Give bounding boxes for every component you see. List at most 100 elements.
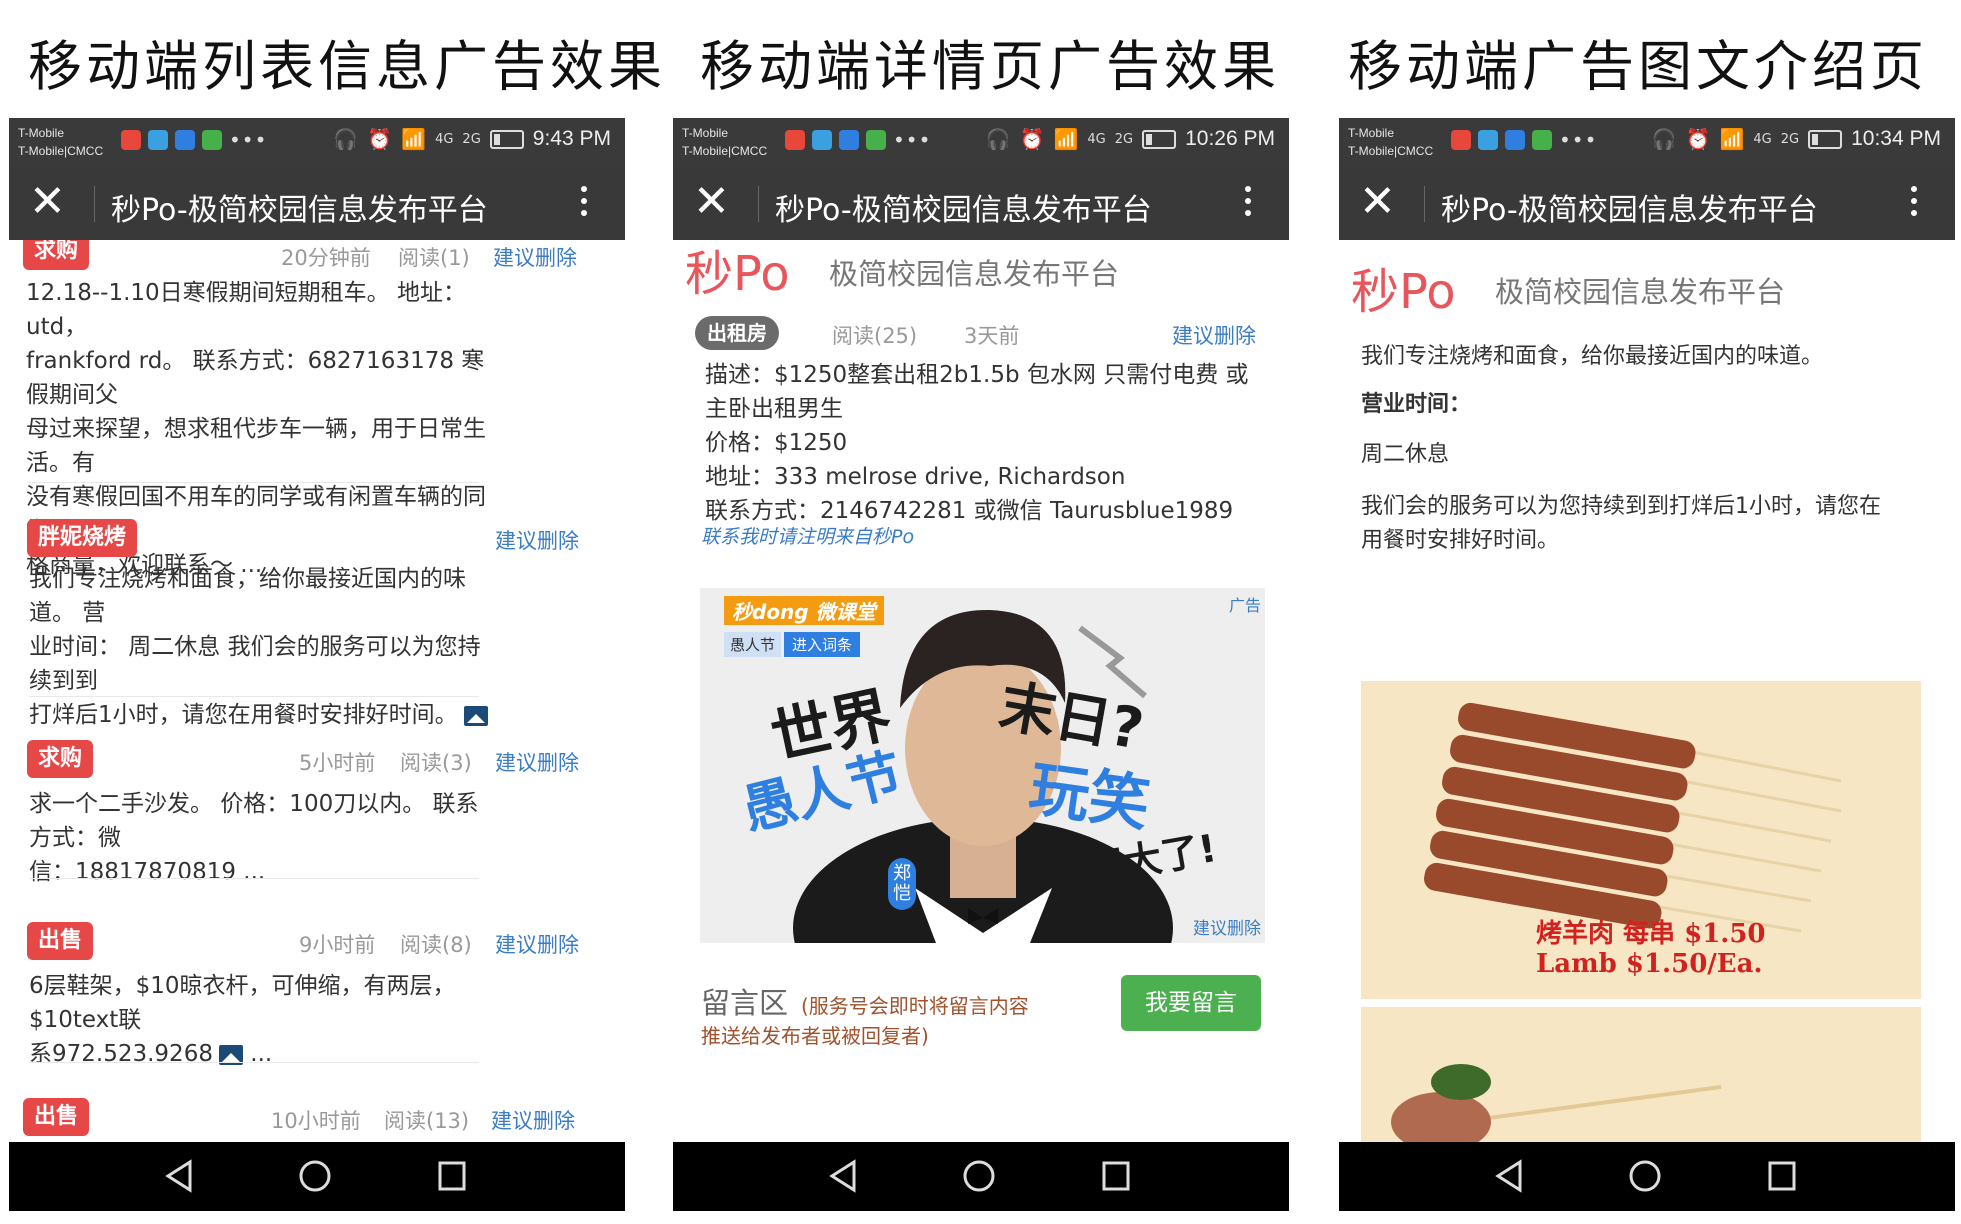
ad-name-badge: 郑恺 bbox=[888, 858, 916, 910]
photo-caption-en: Lamb $1.50/Ea. bbox=[1536, 949, 1763, 979]
post-reads: 阅读(3) bbox=[400, 751, 472, 775]
suggest-delete-link[interactable]: 建议删除 bbox=[493, 242, 577, 272]
home-icon[interactable] bbox=[1627, 1158, 1663, 1194]
post-reads: 阅读(25) bbox=[832, 324, 918, 348]
more-notifications-icon: ••• bbox=[1559, 128, 1598, 152]
suggest-delete-link[interactable]: 建议删除 bbox=[491, 1105, 575, 1135]
food-photo-lamb-skewers: 烤羊肉 每串 $1.50 Lamb $1.50/Ea. bbox=[1361, 681, 1921, 999]
page-title: 秒Po-极简校园信息发布平台 bbox=[775, 193, 1152, 228]
category-tag[interactable]: 出租房 bbox=[695, 316, 779, 350]
post-time: 20分钟前 bbox=[281, 246, 371, 270]
photo-caption-cn: 烤羊肉 每串 $1.50 bbox=[1536, 919, 1766, 949]
ad-badge: 广告 bbox=[1228, 596, 1261, 615]
home-icon[interactable] bbox=[297, 1158, 333, 1194]
notification-app-icon bbox=[812, 130, 832, 150]
page-title: 秒Po-极简校园信息发布平台 bbox=[1441, 193, 1818, 228]
comment-title: 留言区 bbox=[701, 986, 789, 1020]
leave-comment-button[interactable]: 我要留言 bbox=[1121, 975, 1261, 1031]
post-body[interactable]: 6层鞋架，$10晾衣杆，可伸缩，有两层，$10text联 系972.523.92… bbox=[29, 969, 499, 1071]
alarm-icon: ⏰ bbox=[367, 127, 393, 151]
wifi-icon: 📶 bbox=[1719, 127, 1745, 151]
recents-icon[interactable] bbox=[1766, 1158, 1798, 1194]
post-tag[interactable]: 求购 bbox=[27, 740, 94, 778]
wechat-notification-icon bbox=[1532, 130, 1552, 150]
ad-suggest-delete-link[interactable]: 建议删除 bbox=[1193, 914, 1261, 939]
ad-chip: 愚人节 bbox=[724, 632, 782, 657]
close-icon[interactable]: ✕ bbox=[1359, 176, 1396, 228]
android-nav-bar bbox=[1339, 1142, 1955, 1211]
close-icon[interactable]: ✕ bbox=[29, 176, 66, 228]
carrier-name: T-Mobile bbox=[18, 126, 65, 140]
kebab-menu-icon[interactable] bbox=[581, 186, 587, 222]
more-notifications-icon: ••• bbox=[229, 128, 268, 152]
logo: 秒Po bbox=[685, 246, 790, 302]
post-tag[interactable]: 出售 bbox=[27, 922, 94, 960]
alarm-icon: ⏰ bbox=[1019, 127, 1045, 151]
contact-note: 联系我时请注明来自秒Po bbox=[701, 526, 915, 548]
ad-brand: 秒dong 微课堂 bbox=[724, 596, 884, 625]
status-bar: T-Mobile T-Mobile|CMCC ••• 🎧 ⏰ 📶 4G 2G 10… bbox=[673, 118, 1289, 168]
kebab-menu-icon[interactable] bbox=[1245, 186, 1251, 222]
status-bar: T-Mobile T-Mobile|CMCC ••• 🎧 ⏰ 📶 4G 2G 10… bbox=[1339, 118, 1955, 168]
divider bbox=[29, 482, 479, 483]
status-bar: T-Mobile T-Mobile|CMCC ••• 🎧 ⏰ 📶 4G 2G 9:… bbox=[9, 118, 625, 168]
post-body[interactable]: 我们专注烧烤和面食，给你最接近国内的味道。 营 业时间： 周二休息 我们会的服务… bbox=[29, 562, 499, 732]
notification-app-icon bbox=[148, 130, 168, 150]
carrier-name: T-Mobile bbox=[1348, 126, 1395, 140]
recents-icon[interactable] bbox=[436, 1158, 468, 1194]
post-time: 5小时前 bbox=[299, 751, 376, 775]
phone-intro-screen: T-Mobile T-Mobile|CMCC ••• 🎧 ⏰ 📶 4G 2G 10… bbox=[1339, 118, 1955, 1211]
recents-icon[interactable] bbox=[1100, 1158, 1132, 1194]
logo-subtitle: 极简校园信息发布平台 bbox=[829, 257, 1120, 291]
back-icon[interactable] bbox=[1494, 1158, 1524, 1194]
notification-app-icon bbox=[121, 130, 141, 150]
kebab-menu-icon[interactable] bbox=[1911, 186, 1917, 222]
notification-app-icon bbox=[785, 130, 805, 150]
post-tag[interactable]: 出售 bbox=[23, 1098, 90, 1136]
description: 描述：$1250整套出租2b1.5b 包水网 只需付电费 或 bbox=[705, 362, 1249, 388]
description-cont: 主卧出租男生 bbox=[705, 396, 843, 422]
ad-text-joke: 玩笑 bbox=[1024, 753, 1154, 840]
back-icon[interactable] bbox=[828, 1158, 858, 1194]
alarm-icon: ⏰ bbox=[1685, 127, 1711, 151]
suggest-delete-link[interactable]: 建议删除 bbox=[495, 929, 579, 959]
post-tag[interactable]: 胖妮烧烤 bbox=[27, 519, 138, 557]
comment-hint-2: 推送给发布者或被回复者) bbox=[701, 1024, 929, 1048]
battery-icon bbox=[489, 129, 524, 149]
comment-hint: (服务号会即时将留言内容 bbox=[801, 994, 1029, 1018]
signal-4g-icon: 4G bbox=[1753, 131, 1772, 147]
logo-subtitle: 极简校园信息发布平台 bbox=[1495, 275, 1786, 309]
close-icon[interactable]: ✕ bbox=[693, 176, 730, 228]
home-icon[interactable] bbox=[961, 1158, 997, 1194]
notification-app-icon bbox=[1451, 130, 1471, 150]
suggest-delete-link[interactable]: 建议删除 bbox=[495, 747, 579, 777]
more-notifications-icon: ••• bbox=[893, 128, 932, 152]
service-paragraph: 我们会的服务可以为您持续到到打烊后1小时，请您在 用餐时安排好时间。 bbox=[1361, 494, 1881, 553]
suggest-delete-link[interactable]: 建议删除 bbox=[1172, 320, 1256, 350]
notification-app-icon bbox=[839, 130, 859, 150]
suggest-delete-link[interactable]: 建议删除 bbox=[495, 525, 579, 555]
price: 价格：$1250 bbox=[705, 430, 848, 456]
signal-2g-icon: 2G bbox=[462, 131, 481, 147]
wifi-icon: 📶 bbox=[401, 127, 427, 151]
ad-chip-enter: 进入词条 bbox=[784, 632, 861, 657]
carrier-name-2: T-Mobile|CMCC bbox=[18, 144, 104, 158]
wifi-icon: 📶 bbox=[1053, 127, 1079, 151]
skewers-illustration-2 bbox=[1391, 1064, 1722, 1142]
post-tag[interactable]: 求购 bbox=[23, 240, 90, 270]
headset-icon: 🎧 bbox=[985, 127, 1011, 151]
intro-paragraph: 我们专注烧烤和面食，给你最接近国内的味道。 bbox=[1361, 344, 1824, 369]
ad-banner[interactable]: 秒dong 微课堂 愚人节 进入词条 世界 愚人节 末日? 玩笑 开大了! 郑恺… bbox=[700, 588, 1265, 943]
post-body[interactable]: 求一个二手沙发。 价格：100刀以内。 联系方式：微 信：18817870819… bbox=[29, 787, 499, 889]
hours-value: 周二休息 bbox=[1361, 442, 1450, 467]
battery-icon bbox=[1808, 129, 1843, 149]
signal-2g-icon: 2G bbox=[1780, 131, 1800, 147]
back-icon[interactable] bbox=[164, 1158, 194, 1194]
hours-label: 营业时间： bbox=[1361, 392, 1472, 417]
android-nav-bar bbox=[9, 1142, 625, 1211]
title-bar: ✕ 秒Po-极简校园信息发布平台 bbox=[673, 168, 1289, 240]
signal-2g-icon: 2G bbox=[1114, 131, 1134, 147]
divider bbox=[29, 878, 479, 879]
divider bbox=[29, 1062, 479, 1063]
phone-detail-screen: T-Mobile T-Mobile|CMCC ••• 🎧 ⏰ 📶 4G 2G 10… bbox=[673, 118, 1289, 1211]
